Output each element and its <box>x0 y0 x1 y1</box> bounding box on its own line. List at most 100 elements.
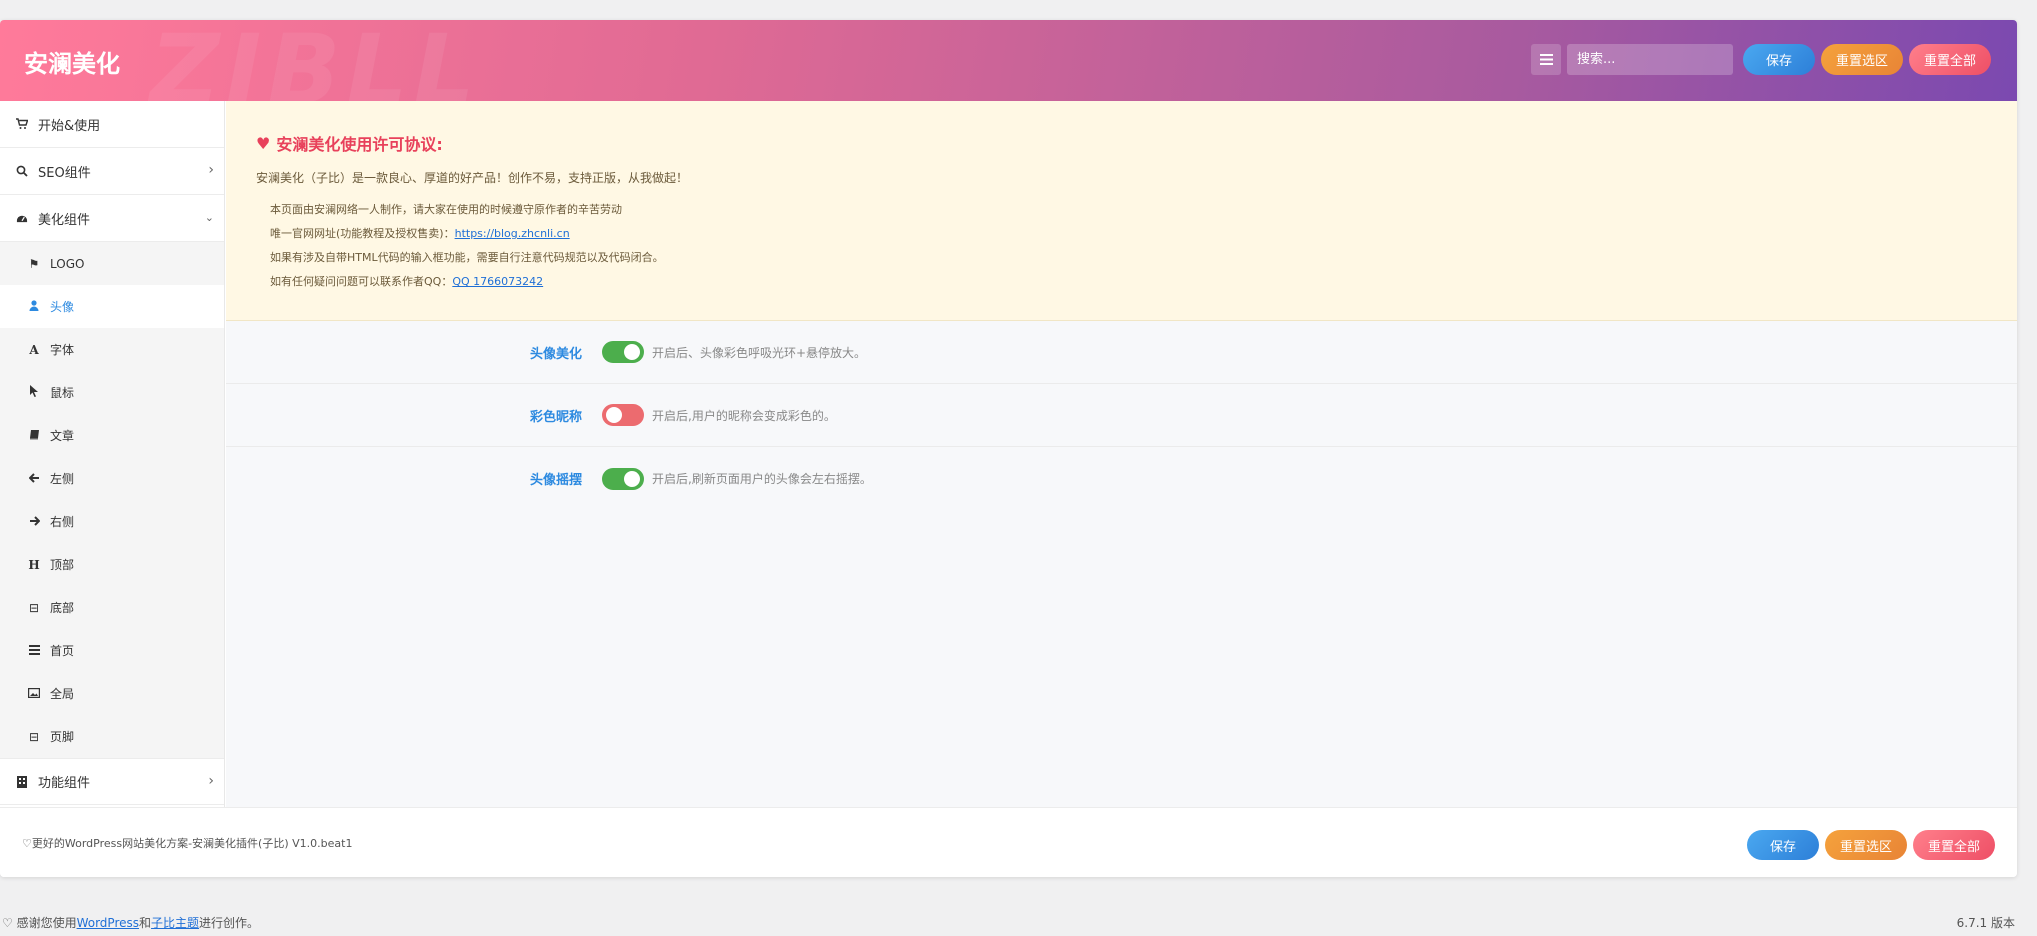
sidebar-item-font[interactable]: A 字体 <box>0 328 224 371</box>
thanks-text: 和 <box>139 916 152 930</box>
option-row: 彩色昵称 开启后,用户的昵称会变成彩色的。 <box>226 384 2017 447</box>
avatar-swing-toggle[interactable] <box>602 467 644 490</box>
sidebar-item-label: 首页 <box>50 644 75 658</box>
avatar-beautify-toggle[interactable] <box>602 341 644 363</box>
option-label: 头像美化 <box>529 346 582 362</box>
footer-reset-section-button[interactable]: 重置选区 <box>1825 830 1907 860</box>
search-icon <box>16 165 28 177</box>
panel-header: ZIBLL 安澜美化 保存 重置选区 重置全部 <box>0 20 2017 101</box>
main-content: ♥ 安澜美化使用许可协议: 安澜美化（子比）是一款良心、厚道的好产品！创作不易，支… <box>226 101 2017 807</box>
wp-version: 6.7.1 版本 <box>1956 916 2015 930</box>
option-row: 头像美化 开启后、头像彩色呼吸光环+悬停放大。 <box>226 321 2017 384</box>
page-title: 安澜美化 <box>24 50 120 78</box>
sidebar-item-seo[interactable]: SEO组件 › <box>0 148 224 195</box>
sidebar-item-label: 功能组件 <box>38 776 91 791</box>
sidebar-item-mouse[interactable]: 鼠标 <box>0 371 224 414</box>
option-description: 开启后,刷新页面用户的头像会左右摇摆。 <box>652 472 872 486</box>
thanks-text: 进行创作。 <box>199 916 260 930</box>
plugin-version: ♡更好的WordPress网站美化方案-安澜美化插件(子比) V1.0.beat… <box>22 837 353 850</box>
admin-footer-thanks: ♡ 感谢您使用WordPress和子比主题进行创作。 <box>2 914 259 931</box>
list-icon <box>28 644 40 658</box>
save-button[interactable]: 保存 <box>1743 44 1815 75</box>
footer-reset-all-button[interactable]: 重置全部 <box>1913 830 1995 860</box>
footer-save-button[interactable]: 保存 <box>1747 830 1819 860</box>
option-row: 头像摇摆 开启后,刷新页面用户的头像会左右摇摆。 <box>226 447 2017 510</box>
option-description: 开启后、头像彩色呼吸光环+悬停放大。 <box>652 345 867 360</box>
sidebar-item-label: 头像 <box>50 300 75 314</box>
sidebar-item-label: 鼠标 <box>50 386 75 400</box>
user-icon <box>28 299 40 314</box>
sidebar-item-label: 左侧 <box>50 472 75 486</box>
author-qq-link[interactable]: QQ 1766073242 <box>452 275 543 288</box>
sidebar-item-features[interactable]: 功能组件 › <box>0 758 224 805</box>
notice-title: ♥ 安澜美化使用许可协议: <box>256 131 1987 155</box>
sidebar-item-right[interactable]: 右侧 <box>0 500 224 543</box>
sidebar-item-avatar[interactable]: 头像 <box>0 285 224 328</box>
arrow-left-icon <box>28 472 40 486</box>
notice-line: 本页面由安澜网络一人制作，请大家在使用的时候遵守原作者的辛苦劳动 <box>270 203 622 216</box>
sidebar-submenu: ⚑ LOGO 头像 A 字体 鼠标 文章 左侧 右侧 H 顶部 ⊟ 底部 首页 <box>0 242 224 758</box>
sidebar-item-home[interactable]: 首页 <box>0 629 224 672</box>
sidebar-item-footer[interactable]: ⊟ 页脚 <box>0 715 224 758</box>
option-label: 头像摇摆 <box>529 473 582 488</box>
panel-footer: ♡更好的WordPress网站美化方案-安澜美化插件(子比) V1.0.beat… <box>0 807 2017 877</box>
footer-actions: 保存 重置选区 重置全部 <box>1747 830 1995 860</box>
options-panel: ZIBLL 安澜美化 保存 重置选区 重置全部 开始&使用 SEO组件 › <box>0 20 2017 877</box>
sidebar-item-beautify[interactable]: 美化组件 ⌄ <box>0 195 224 242</box>
sidebar-item-label: 美化组件 <box>38 212 91 228</box>
reset-all-button[interactable]: 重置全部 <box>1909 44 1991 75</box>
dashboard-icon <box>16 212 28 224</box>
header-watermark: ZIBLL <box>150 20 481 101</box>
chevron-down-icon: ⌄ <box>204 211 214 224</box>
sidebar-item-label: 底部 <box>50 601 75 615</box>
arrow-right-icon <box>28 515 40 529</box>
notice-line-text: 如有任何疑问问题可以联系作者QQ： <box>270 275 453 288</box>
sidebar-item-left[interactable]: 左侧 <box>0 457 224 500</box>
reset-section-button[interactable]: 重置选区 <box>1821 44 1903 75</box>
option-label: 彩色昵称 <box>529 409 582 425</box>
cart-icon <box>16 118 28 130</box>
window-icon: ⊟ <box>28 729 40 744</box>
sidebar-item-label: 文章 <box>50 429 75 443</box>
chevron-right-icon: › <box>208 773 214 789</box>
notice-line-text: 唯一官网网址(功能教程及授权售卖)： <box>270 227 455 240</box>
list-icon <box>1539 54 1553 65</box>
pointer-icon <box>28 385 40 400</box>
sidebar-item-start[interactable]: 开始&使用 <box>0 101 224 148</box>
toggle-knob <box>624 470 640 487</box>
official-site-link[interactable]: https://blog.zhcnli.cn <box>455 227 570 240</box>
sidebar-item-bottom[interactable]: ⊟ 底部 <box>0 586 224 629</box>
flag-icon: ⚑ <box>28 256 40 271</box>
sidebar-item-label: 右侧 <box>50 515 75 529</box>
sidebar-item-label: 页脚 <box>50 730 75 744</box>
zibll-theme-link[interactable]: 子比主题 <box>151 916 199 930</box>
sidebar: 开始&使用 SEO组件 › 美化组件 ⌄ ⚑ LOGO 头像 A 字体 鼠标 文… <box>0 101 225 807</box>
wordpress-link[interactable]: WordPress <box>77 916 139 930</box>
sidebar-item-article[interactable]: 文章 <box>0 414 224 457</box>
colorful-nickname-toggle[interactable] <box>602 404 644 426</box>
header-toolbar: 保存 重置选区 重置全部 <box>1531 44 1991 75</box>
option-description: 开启后,用户的昵称会变成彩色的。 <box>652 408 836 423</box>
sidebar-item-label: 顶部 <box>50 558 75 572</box>
notice-lead: 安澜美化（子比）是一款良心、厚道的好产品！创作不易，支持正版，从我做起！ <box>256 171 689 185</box>
chevron-right-icon: › <box>208 162 214 178</box>
sidebar-item-top[interactable]: H 顶部 <box>0 543 224 586</box>
image-icon <box>28 687 41 701</box>
header-icon: H <box>28 557 40 572</box>
notice-line: 如果有涉及自带HTML代码的输入框功能，需要自行注意代码规范以及代码闭合。 <box>270 251 664 264</box>
expand-all-button[interactable] <box>1531 44 1561 75</box>
search-input[interactable] <box>1567 44 1733 75</box>
window-icon: ⊟ <box>28 600 40 615</box>
sidebar-item-global[interactable]: 全局 <box>0 672 224 715</box>
book-icon <box>28 429 40 443</box>
toggle-knob <box>606 407 622 423</box>
thanks-text: ♡ 感谢您使用 <box>2 916 77 930</box>
admin-footer: ♡ 感谢您使用WordPress和子比主题进行创作。 6.7.1 版本 <box>0 912 2037 936</box>
sidebar-item-label: SEO组件 <box>38 165 91 181</box>
heart-icon: ♥ <box>256 133 271 153</box>
toggle-knob <box>624 344 640 360</box>
notice-line: 唯一官网网址(功能教程及授权售卖)：https://blog.zhcnli.cn <box>270 222 1987 246</box>
building-icon <box>16 775 28 788</box>
sidebar-item-label: 字体 <box>50 343 75 357</box>
sidebar-item-logo[interactable]: ⚑ LOGO <box>0 242 224 285</box>
